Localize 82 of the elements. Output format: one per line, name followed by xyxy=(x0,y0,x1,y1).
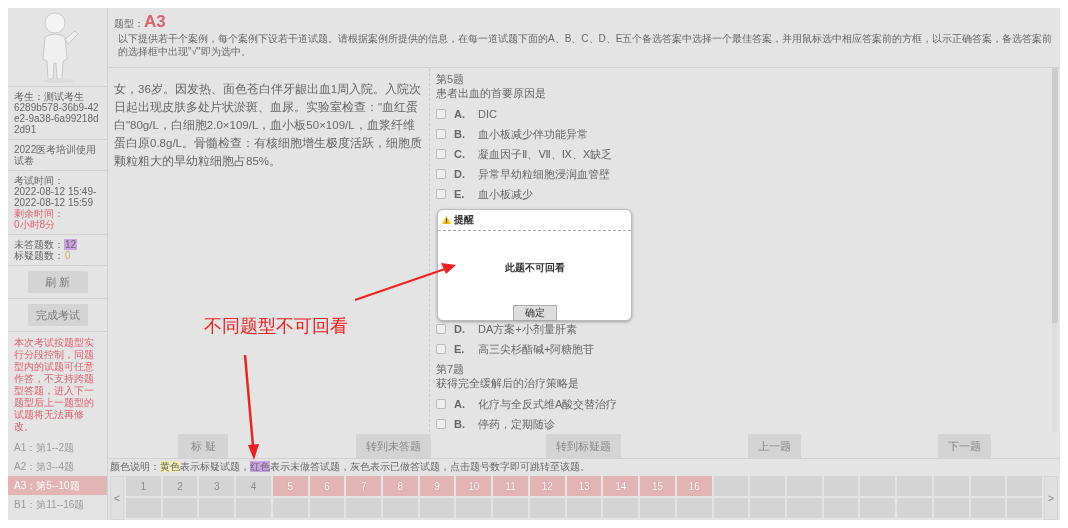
question-number: 第5题 xyxy=(436,72,466,86)
question-stem: 获得完全缓解后的治疗策略是 xyxy=(436,376,580,390)
question-type: A3 xyxy=(144,12,166,31)
question-number-cell[interactable]: 5 xyxy=(272,476,308,496)
action-button[interactable]: 转到标疑题 xyxy=(546,434,622,458)
instruction-text: 以下提供若干个案例，每个案例下设若干道试题。请根据案例所提供的信息，在每一道试题下面的A、B、C、D、E五个备选答案中选择一个最佳答案，并用鼠标选中相应答案前的方框，以示正确答案，备选答案前的选择框中出现"√"即为选中。 xyxy=(117,32,1054,58)
action-button[interactable]: 转到未答题 xyxy=(356,434,432,458)
warning-icon xyxy=(442,216,451,224)
type-label: 题型： xyxy=(114,18,144,29)
option-text: DA方案+小剂量肝素 xyxy=(478,321,577,337)
question-number-cell[interactable]: 1 xyxy=(126,476,161,496)
option-text: 化疗与全反式维A酸交替治疗 xyxy=(478,396,618,412)
option-letter: E. xyxy=(454,188,466,200)
option-letter: A. xyxy=(454,108,466,120)
legend-text: 颜色说明：黄色表示标疑试题，红色表示未做答试题，灰色表示已做答试题，点击题号数字即可跳转至该题。 xyxy=(109,460,591,474)
question-number-cell[interactable]: 3 xyxy=(199,476,235,496)
option-text: DIC xyxy=(478,108,497,120)
remaining-time: 0小时8分 xyxy=(14,219,57,230)
option-checkbox[interactable] xyxy=(436,419,446,429)
question-number-cell[interactable]: 11 xyxy=(493,476,528,496)
ok-button[interactable]: 确定 xyxy=(512,305,557,321)
scrollbar[interactable] xyxy=(1052,68,1058,432)
section-item[interactable]: A3：第5--10题 xyxy=(8,476,107,495)
prev-page-button[interactable]: < xyxy=(110,476,124,520)
option-letter: B. xyxy=(454,418,466,430)
unanswered-label: 未答题数： xyxy=(14,239,64,250)
question-number-cell[interactable]: 14 xyxy=(603,476,639,496)
question-number-cell[interactable]: 12 xyxy=(529,476,565,496)
option-letter: C. xyxy=(454,148,466,160)
option-letter: A. xyxy=(454,398,466,410)
end-time: 2022-08-12 15:59 xyxy=(14,197,94,208)
question-number-cell[interactable]: 13 xyxy=(566,476,602,496)
option-letter: D. xyxy=(454,168,466,180)
unanswered-count: 12 xyxy=(64,239,78,250)
question-number-cell[interactable]: 16 xyxy=(676,476,712,496)
option-text: 凝血因子Ⅱ、Ⅶ、Ⅸ、Ⅹ缺乏 xyxy=(478,146,613,162)
option-text: 停药，定期随诊 xyxy=(478,416,555,432)
option-text: 异常早幼粒细胞浸润血管壁 xyxy=(478,166,610,182)
action-button[interactable]: 标 疑 xyxy=(178,434,229,458)
option-checkbox[interactable] xyxy=(436,399,446,409)
option-letter: D. xyxy=(454,323,466,335)
flagged-label: 标疑题数： xyxy=(14,250,64,261)
option-letter: B. xyxy=(454,128,466,140)
option-text: 高三尖杉酯碱+阿糖胞苷 xyxy=(478,341,595,357)
paper-name: 2022医考培训使用试卷 xyxy=(8,140,107,171)
option-checkbox[interactable] xyxy=(436,324,446,334)
remaining-label: 剩余时间： xyxy=(14,208,65,219)
option-text: 血小板减少伴功能异常 xyxy=(478,126,588,142)
next-page-button[interactable]: > xyxy=(1044,476,1058,520)
option-checkbox[interactable] xyxy=(436,129,446,139)
question-number-cell[interactable]: 9 xyxy=(419,476,455,496)
examinee-id: 6289b578-36b9-42e2-9a38-6a99218d2d91 xyxy=(14,102,100,135)
question-number-cell[interactable]: 8 xyxy=(383,476,418,496)
finish-button[interactable]: 完成考试 xyxy=(27,304,88,326)
question-number-cell[interactable]: 10 xyxy=(456,476,492,496)
question-number: 第7题 xyxy=(436,362,466,376)
dialog-message: 此题不可回看 xyxy=(504,261,565,275)
section-item[interactable]: B1：第11--16题 xyxy=(8,495,107,514)
section-item[interactable]: A2：第3--4题 xyxy=(8,457,107,476)
notice-text: 本次考试按题型实行分段控制，同题型内的试题可任意作答，不支持跨题型答题，进入下一题型后上一题型的试题将无法再修改。 xyxy=(13,336,95,434)
option-checkbox[interactable] xyxy=(436,109,446,119)
question-number-cell[interactable]: 2 xyxy=(162,476,198,496)
option-checkbox[interactable] xyxy=(436,169,446,179)
dialog-title: 提醒 xyxy=(454,213,474,227)
case-text: 女，36岁。因发热、面色苍白伴牙龈出血1周入院。入院次日起出现皮肤多处片状淤斑、血尿。实验室检查："血红蛋白"80g/L，白细胞2.0×109/L，血小板50×109/L，血浆纤维蛋白原0.8g/L。骨髓检查：有核细胞增生极度活跃，细胞质颗粒粗大的早幼粒细胞占85%。 xyxy=(114,82,423,169)
option-checkbox[interactable] xyxy=(436,344,446,354)
section-item[interactable]: A1：第1--2题 xyxy=(8,438,107,457)
examinee-name: 考生：测试考生 xyxy=(14,91,85,102)
question-number-cell[interactable]: 15 xyxy=(640,476,675,496)
flagged-count: 0 xyxy=(64,250,72,261)
annotation-text: 不同题型不可回看 xyxy=(204,315,348,338)
option-letter: E. xyxy=(454,343,466,355)
option-text: 血小板减少 xyxy=(478,186,533,202)
question-number-cell[interactable]: 6 xyxy=(309,476,345,496)
question-stem: 患者出血的首要原因是 xyxy=(436,86,547,100)
question-number-cell[interactable]: 7 xyxy=(346,476,382,496)
start-time: 2022-08-12 15:49- xyxy=(14,186,98,197)
time-label: 考试时间： xyxy=(14,175,65,186)
refresh-button[interactable]: 刷 新 xyxy=(27,271,88,293)
option-checkbox[interactable] xyxy=(436,149,446,159)
question-number-cell[interactable]: 4 xyxy=(236,476,271,496)
option-checkbox[interactable] xyxy=(436,189,446,199)
